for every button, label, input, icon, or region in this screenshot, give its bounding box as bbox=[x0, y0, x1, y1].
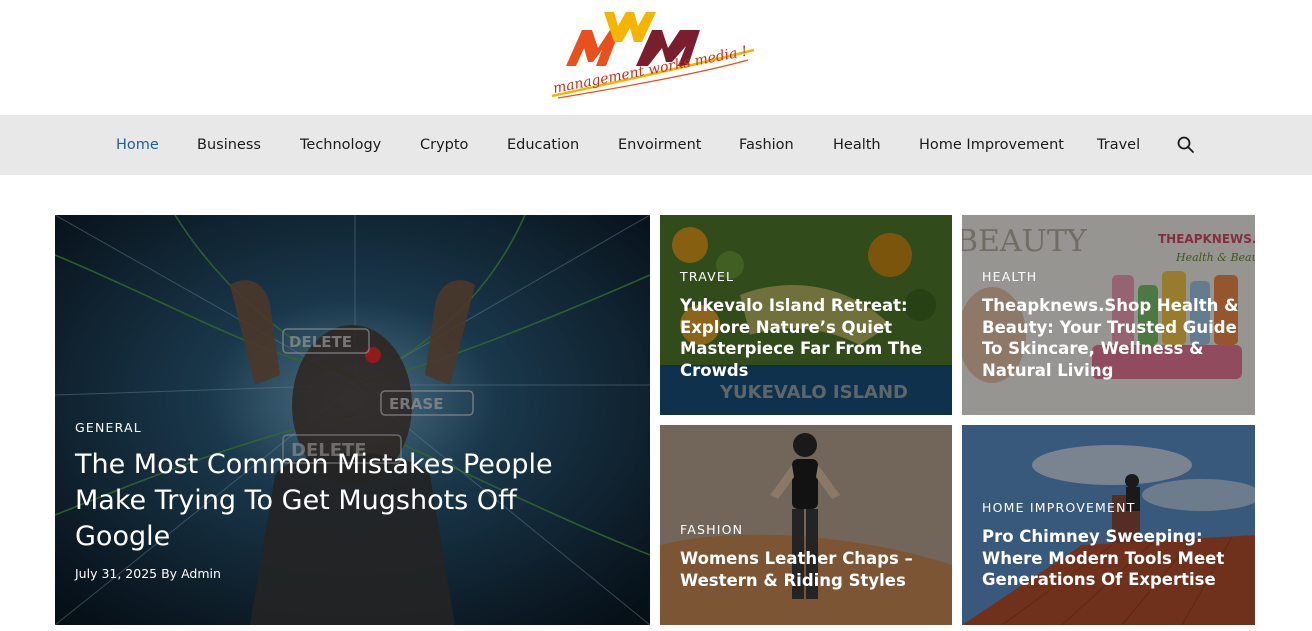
author-prefix: By bbox=[161, 566, 178, 581]
site-header: management works media ! bbox=[0, 0, 1312, 115]
nav-item-home-improvement[interactable]: Home Improvement bbox=[919, 115, 1064, 175]
title-line: Where Modern Tools Meet bbox=[982, 548, 1225, 568]
post-title[interactable]: Theapknews.Shop Health & Beauty: Your Tr… bbox=[982, 295, 1238, 381]
title-line: The Most Common Mistakes People bbox=[75, 449, 553, 480]
post-category[interactable]: TRAVEL bbox=[680, 269, 734, 284]
title-line: Explore Nature’s Quiet bbox=[680, 317, 893, 337]
title-line: Theapknews.Shop Health & bbox=[982, 296, 1239, 315]
site-logo[interactable]: management works media ! bbox=[548, 4, 778, 104]
nav-item-envoirment[interactable]: Envoirment bbox=[618, 115, 701, 175]
nav-item-health[interactable]: Health bbox=[833, 115, 881, 175]
post-category[interactable]: HEALTH bbox=[982, 269, 1037, 284]
post-card-fashion[interactable]: FASHION Womens Leather Chaps – Western &… bbox=[660, 425, 952, 625]
title-line: Make Trying To Get Mugshots Off bbox=[75, 485, 517, 516]
post-category[interactable]: FASHION bbox=[680, 522, 743, 537]
title-line: Pro Chimney Sweeping: bbox=[982, 527, 1203, 546]
post-card-home-improvement[interactable]: HOME IMPROVEMENT Pro Chimney Sweeping: W… bbox=[962, 425, 1255, 625]
post-card-travel[interactable]: YUKEVALO ISLAND TRAVEL Yukevalo Island R… bbox=[660, 215, 952, 415]
nav-item-home[interactable]: Home bbox=[116, 115, 159, 175]
post-title[interactable]: Womens Leather Chaps – Western & Riding … bbox=[680, 548, 913, 591]
post-title[interactable]: The Most Common Mistakes People Make Try… bbox=[75, 447, 553, 555]
post-card-health[interactable]: BEAUTY THEAPKNEWS.S Health & Beaut HEALT… bbox=[962, 215, 1255, 415]
title-line: Generations Of Expertise bbox=[982, 570, 1216, 589]
featured-post-card[interactable]: DELETE ERASE DELETE GENERAL The Most Com… bbox=[55, 215, 650, 625]
title-line: To Skincare, Wellness & bbox=[982, 339, 1204, 358]
title-line: Crowds bbox=[680, 360, 749, 380]
post-author[interactable]: Admin bbox=[181, 566, 221, 581]
image-overlay bbox=[962, 425, 1255, 625]
post-category[interactable]: HOME IMPROVEMENT bbox=[982, 500, 1136, 515]
title-line: Masterpiece Far From The bbox=[680, 339, 923, 358]
nav-item-travel[interactable]: Travel bbox=[1097, 115, 1140, 175]
nav-item-business[interactable]: Business bbox=[197, 115, 261, 175]
post-title[interactable]: Pro Chimney Sweeping: Where Modern Tools… bbox=[982, 526, 1224, 591]
post-title[interactable]: Yukevalo Island Retreat: Explore Nature’… bbox=[680, 295, 922, 381]
title-line: Beauty: Your Trusted Guide bbox=[982, 317, 1237, 337]
post-date: July 31, 2025 bbox=[75, 566, 158, 581]
nav-item-education[interactable]: Education bbox=[507, 115, 579, 175]
main-navigation: Home Business Technology Crypto Educatio… bbox=[0, 115, 1312, 175]
post-meta: July 31, 2025 By Admin bbox=[75, 566, 221, 581]
title-line: Womens Leather Chaps – bbox=[680, 549, 913, 568]
nav-item-crypto[interactable]: Crypto bbox=[420, 115, 468, 175]
image-overlay bbox=[55, 215, 650, 625]
title-line: Google bbox=[75, 521, 171, 552]
post-category[interactable]: GENERAL bbox=[75, 420, 142, 435]
search-icon[interactable] bbox=[1176, 135, 1196, 155]
nav-item-technology[interactable]: Technology bbox=[300, 115, 381, 175]
title-line: Yukevalo Island Retreat: bbox=[680, 296, 908, 315]
nav-item-fashion[interactable]: Fashion bbox=[739, 115, 794, 175]
title-line: Western & Riding Styles bbox=[680, 570, 906, 590]
title-line: Natural Living bbox=[982, 360, 1114, 380]
